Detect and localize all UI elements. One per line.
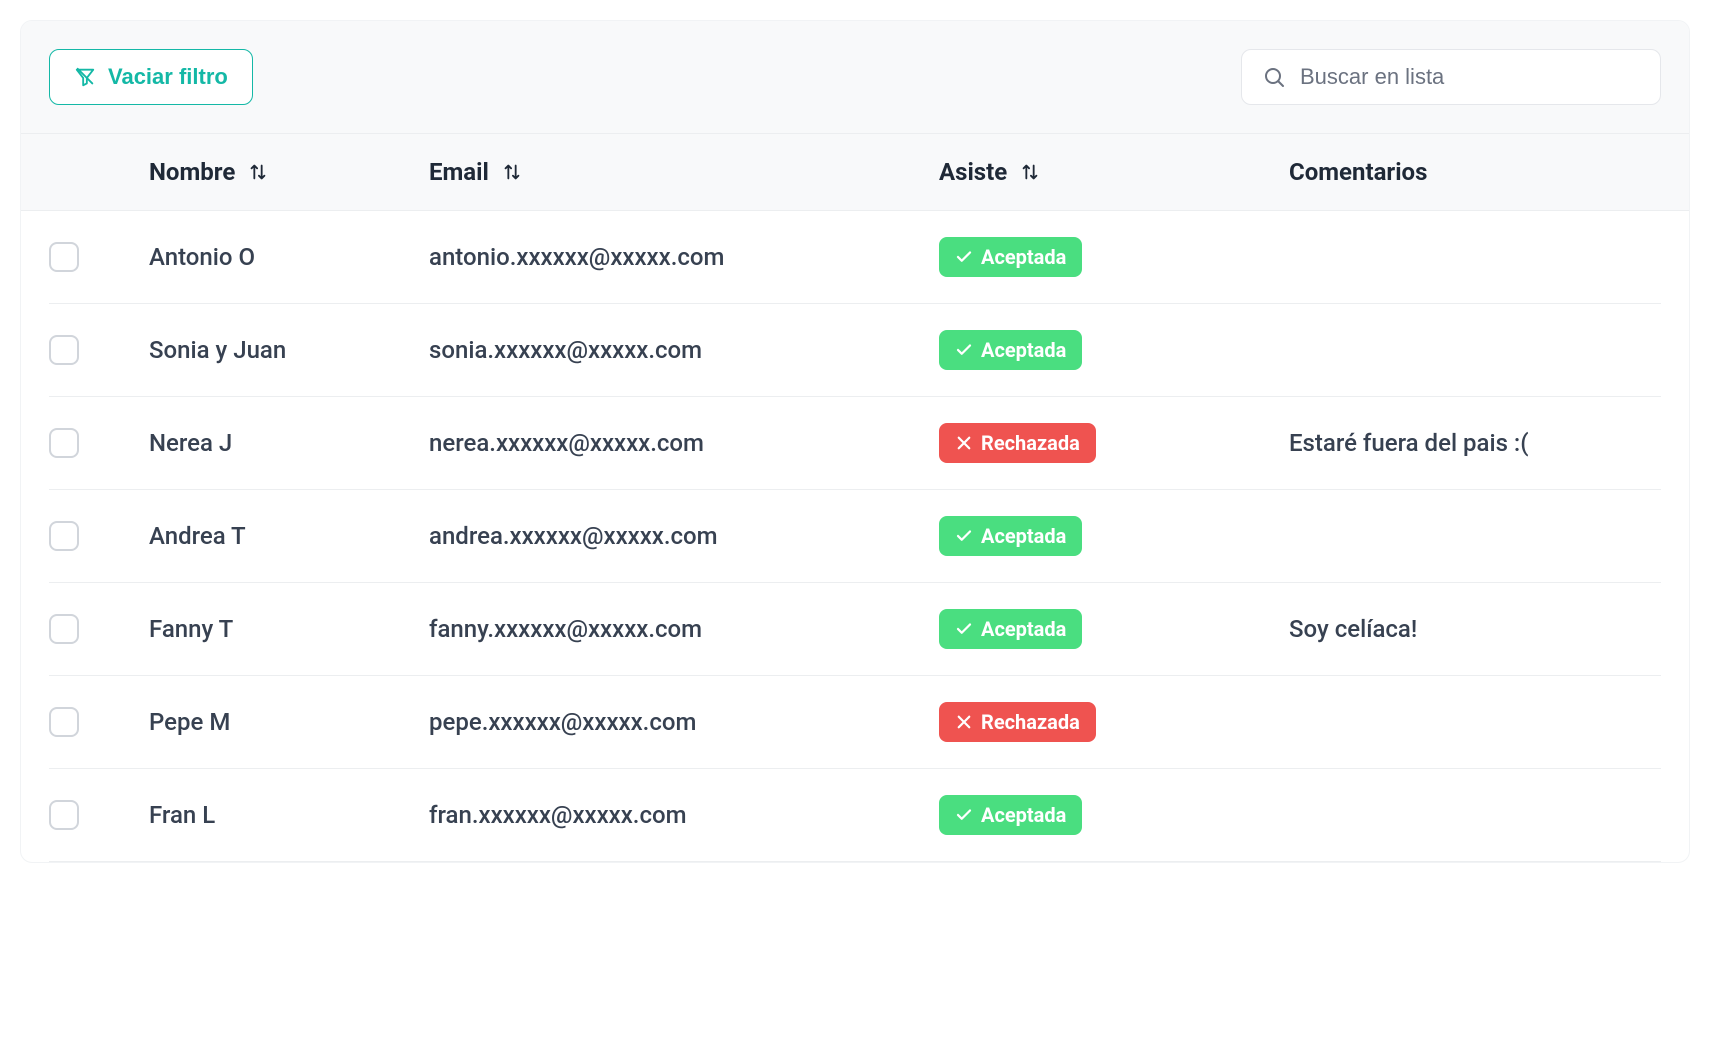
- email-cell: nerea.xxxxxx@xxxxx.com: [429, 429, 939, 457]
- sort-icon[interactable]: [501, 161, 523, 183]
- name-cell: Fran L: [149, 801, 429, 829]
- status-cell: Rechazada: [939, 702, 1289, 742]
- column-comments-label: Comentarios: [1289, 158, 1427, 186]
- clear-filter-button[interactable]: Vaciar filtro: [49, 49, 253, 105]
- column-name-label: Nombre: [149, 158, 235, 186]
- status-badge: Aceptada: [939, 795, 1082, 835]
- row-checkbox[interactable]: [49, 335, 79, 365]
- filter-off-icon: [74, 66, 96, 88]
- toolbar: Vaciar filtro: [21, 21, 1689, 134]
- checkbox-cell: [49, 614, 149, 644]
- sort-icon[interactable]: [1019, 161, 1041, 183]
- close-icon: [955, 434, 973, 452]
- status-cell: Rechazada: [939, 423, 1289, 463]
- comment-cell: Estaré fuera del pais :(: [1289, 429, 1661, 457]
- row-checkbox[interactable]: [49, 707, 79, 737]
- name-cell: Sonia y Juan: [149, 336, 429, 364]
- search-wrapper[interactable]: [1241, 49, 1661, 105]
- table-row: Antonio Oantonio.xxxxxx@xxxxx.com Aceptad…: [49, 211, 1661, 304]
- check-icon: [955, 341, 973, 359]
- status-label: Aceptada: [981, 803, 1066, 827]
- checkbox-cell: [49, 335, 149, 365]
- status-badge: Rechazada: [939, 423, 1096, 463]
- check-icon: [955, 527, 973, 545]
- name-cell: Antonio O: [149, 243, 429, 271]
- close-icon: [955, 713, 973, 731]
- checkbox-cell: [49, 428, 149, 458]
- email-cell: fanny.xxxxxx@xxxxx.com: [429, 615, 939, 643]
- status-badge: Aceptada: [939, 609, 1082, 649]
- status-label: Aceptada: [981, 245, 1066, 269]
- table-row: Pepe Mpepe.xxxxxx@xxxxx.com Rechazada: [49, 676, 1661, 769]
- status-cell: Aceptada: [939, 516, 1289, 556]
- checkbox-cell: [49, 242, 149, 272]
- status-cell: Aceptada: [939, 237, 1289, 277]
- comment-cell: Soy celíaca!: [1289, 615, 1661, 643]
- status-label: Aceptada: [981, 524, 1066, 548]
- row-checkbox[interactable]: [49, 614, 79, 644]
- table-header: Nombre Email Asiste Comentarios: [21, 134, 1689, 211]
- status-cell: Aceptada: [939, 795, 1289, 835]
- column-attends[interactable]: Asiste: [939, 158, 1289, 186]
- status-badge: Rechazada: [939, 702, 1096, 742]
- guest-list-panel: Vaciar filtro Nombre Email: [20, 20, 1690, 863]
- column-email-label: Email: [429, 158, 489, 186]
- column-comments: Comentarios: [1289, 158, 1661, 186]
- check-icon: [955, 248, 973, 266]
- sort-icon[interactable]: [247, 161, 269, 183]
- status-badge: Aceptada: [939, 237, 1082, 277]
- checkbox-cell: [49, 521, 149, 551]
- row-checkbox[interactable]: [49, 242, 79, 272]
- row-checkbox[interactable]: [49, 428, 79, 458]
- table-row: Nerea Jnerea.xxxxxx@xxxxx.com Rechazada Es…: [49, 397, 1661, 490]
- check-icon: [955, 620, 973, 638]
- column-checkbox: [49, 158, 149, 186]
- check-icon: [955, 806, 973, 824]
- status-label: Aceptada: [981, 617, 1066, 641]
- name-cell: Pepe M: [149, 708, 429, 736]
- email-cell: pepe.xxxxxx@xxxxx.com: [429, 708, 939, 736]
- name-cell: Fanny T: [149, 615, 429, 643]
- search-icon: [1262, 65, 1286, 89]
- column-attends-label: Asiste: [939, 158, 1007, 186]
- table-row: Fanny Tfanny.xxxxxx@xxxxx.com Aceptada Soy…: [49, 583, 1661, 676]
- checkbox-cell: [49, 707, 149, 737]
- table-row: Sonia y Juansonia.xxxxxx@xxxxx.com Acepta…: [49, 304, 1661, 397]
- clear-filter-label: Vaciar filtro: [108, 64, 228, 90]
- table-row: Fran Lfran.xxxxxx@xxxxx.com Aceptada: [49, 769, 1661, 862]
- column-email[interactable]: Email: [429, 158, 939, 186]
- row-checkbox[interactable]: [49, 800, 79, 830]
- status-badge: Aceptada: [939, 330, 1082, 370]
- email-cell: antonio.xxxxxx@xxxxx.com: [429, 243, 939, 271]
- email-cell: sonia.xxxxxx@xxxxx.com: [429, 336, 939, 364]
- row-checkbox[interactable]: [49, 521, 79, 551]
- checkbox-cell: [49, 800, 149, 830]
- email-cell: fran.xxxxxx@xxxxx.com: [429, 801, 939, 829]
- status-badge: Aceptada: [939, 516, 1082, 556]
- name-cell: Andrea T: [149, 522, 429, 550]
- status-label: Aceptada: [981, 338, 1066, 362]
- column-name[interactable]: Nombre: [149, 158, 429, 186]
- table-body: Antonio Oantonio.xxxxxx@xxxxx.com Aceptad…: [21, 211, 1689, 862]
- search-input[interactable]: [1300, 64, 1640, 90]
- name-cell: Nerea J: [149, 429, 429, 457]
- table-row: Andrea Tandrea.xxxxxx@xxxxx.com Aceptada: [49, 490, 1661, 583]
- status-label: Rechazada: [981, 431, 1080, 455]
- email-cell: andrea.xxxxxx@xxxxx.com: [429, 522, 939, 550]
- status-cell: Aceptada: [939, 330, 1289, 370]
- status-label: Rechazada: [981, 710, 1080, 734]
- status-cell: Aceptada: [939, 609, 1289, 649]
